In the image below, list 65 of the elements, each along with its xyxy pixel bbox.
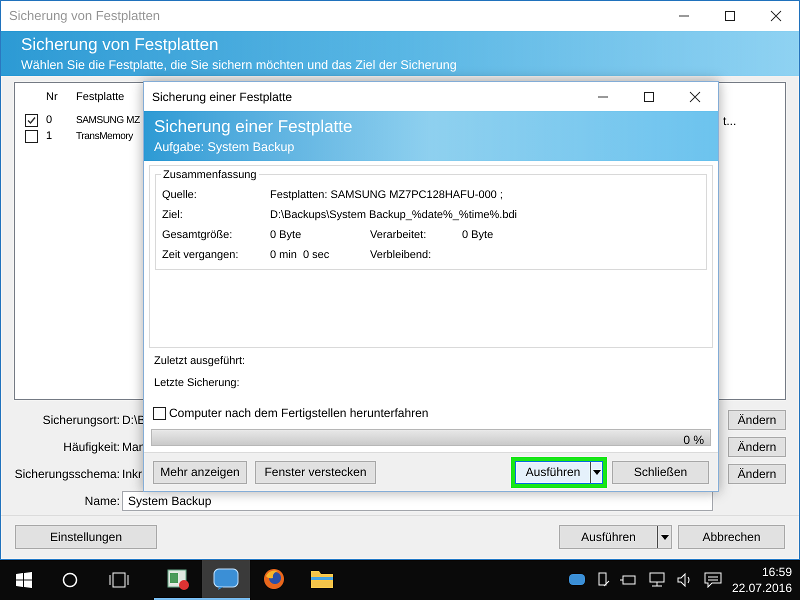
summary-label: Gesamtgröße: — [162, 228, 234, 243]
battery-icon[interactable] — [620, 573, 638, 587]
last-run-label: Zuletzt ausgeführt: — [154, 354, 246, 369]
table-cell-text: 0 — [46, 113, 54, 128]
column-header: Nr — [46, 90, 59, 106]
more-button[interactable]: Mehr anzeigen — [153, 460, 247, 484]
hide-window-button[interactable]: Fenster verstecken — [255, 460, 376, 484]
summary-value: D:\Backups\System Backup_%date%_%time%.bdi — [270, 208, 518, 223]
notification-icon[interactable] — [704, 572, 722, 588]
setting-label: Sicherungsort: — [42, 412, 120, 430]
setting-value: Inkr — [122, 466, 142, 484]
caret-icon — [592, 470, 600, 474]
checkbox[interactable] — [25, 130, 38, 144]
close-button[interactable]: Schließen — [612, 460, 709, 484]
summary-value: 0 Byte — [462, 228, 494, 243]
progress-reading: 0 % — [683, 432, 704, 449]
setting-label: Sicherungsschema: — [14, 466, 120, 484]
checkbox[interactable] — [153, 406, 166, 420]
window-title: Sicherung von Festplatten — [9, 7, 160, 26]
settings-button[interactable]: Einstellungen — [15, 525, 157, 550]
time: 16:59 — [762, 564, 792, 580]
name-field[interactable]: System Backup — [122, 491, 713, 512]
change-button[interactable]: Ändern — [728, 464, 786, 484]
clock[interactable]: 16:59 22.07.2016 — [732, 564, 800, 596]
caret-icon — [660, 534, 668, 540]
usb-icon[interactable] — [596, 572, 610, 588]
header-title: Sicherung von Festplatten — [21, 34, 220, 56]
column-header: Festplatte — [76, 90, 124, 106]
browser-icon[interactable] — [262, 567, 286, 591]
window-app-icon[interactable] — [166, 567, 190, 591]
summary-label: Zeit vergangen: — [162, 248, 240, 263]
dialog-header-title: Sicherung einer Festplatte — [154, 116, 354, 138]
table-cell-text: TransMemory — [76, 130, 133, 144]
summary-value: Festplatten: SAMSUNG MZ7PC128HAFU-000 ; — [270, 188, 503, 203]
group-legend: Zusammenfassung — [161, 167, 259, 184]
summary-label: Ziel: — [162, 208, 184, 223]
summary-label: Verbleibend: — [370, 248, 432, 263]
run-split-button[interactable]: Ausführen — [559, 525, 672, 550]
summary-label: Quelle: — [162, 188, 198, 203]
summary-value: 0 Byte — [270, 228, 302, 243]
table-cell-text: t... — [723, 112, 736, 130]
dialog-header-subtitle: Aufgabe: System Backup — [154, 139, 296, 156]
start-icon[interactable] — [16, 572, 32, 588]
backup-app-icon[interactable] — [213, 567, 239, 591]
table-cell-text: 1 — [46, 129, 54, 144]
checkbox-label: Computer nach dem Fertigstellen herunterfahren — [169, 405, 428, 422]
change-button[interactable]: Ändern — [728, 437, 786, 458]
summary-value: 0 min 0 sec — [270, 248, 330, 263]
taskbar-app[interactable] — [202, 560, 250, 600]
task-view-icon[interactable] — [108, 572, 130, 588]
change-button[interactable]: Ändern — [728, 410, 786, 430]
date: 22.07.2016 — [732, 580, 792, 596]
network-icon[interactable] — [648, 572, 666, 588]
dialog-title: Sicherung einer Festplatte — [152, 88, 292, 106]
header-subtitle: Wählen Sie die Festplatte, die Sie sichern möchten und das Ziel der Sicherung — [21, 56, 458, 74]
run-split-button[interactable]: Ausführen — [511, 456, 607, 488]
search-icon[interactable] — [62, 572, 78, 588]
setting-label: Häufigkeit: — [62, 439, 120, 456]
folder-icon[interactable] — [310, 568, 334, 590]
setting-label: Name: — [84, 493, 120, 510]
summary-label: Verarbeitet: — [370, 228, 428, 243]
cancel-button[interactable]: Abbrechen — [678, 525, 785, 550]
last-backup-label: Letzte Sicherung: — [154, 376, 241, 390]
table-cell-text: SAMSUNG MZ — [76, 114, 140, 128]
checkbox[interactable] — [25, 114, 38, 128]
